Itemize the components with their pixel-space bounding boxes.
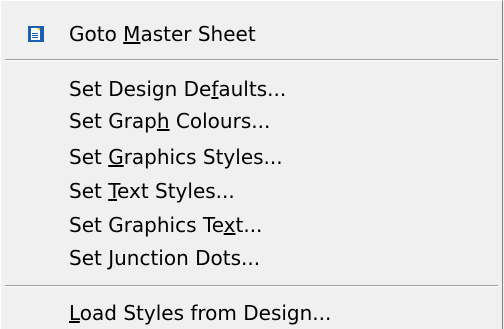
menu-item-set-graph-colours[interactable]: Set Graph Colours... xyxy=(1,105,502,137)
menu-item-set-graphics-styles[interactable]: Set Graphics Styles... xyxy=(1,141,502,173)
menu-item-goto-master-sheet[interactable]: Goto Master Sheet xyxy=(1,18,502,50)
menu-item-label: Set Junction Dots... xyxy=(69,246,261,270)
menu-item-label: Set Graphics Styles... xyxy=(69,145,283,169)
menu-item-label: Set Graph Colours... xyxy=(69,109,271,133)
context-menu: Goto Master Sheet Set Design Defaults...… xyxy=(0,0,503,329)
menu-item-set-text-styles[interactable]: Set Text Styles... xyxy=(1,175,502,207)
document-icon xyxy=(28,26,44,42)
menu-item-load-styles-from-design[interactable]: Load Styles from Design... xyxy=(1,297,502,329)
menu-item-set-graphics-text[interactable]: Set Graphics Text... xyxy=(1,209,502,241)
menu-item-label: Set Design Defaults... xyxy=(69,77,287,101)
menu-item-label: Load Styles from Design... xyxy=(69,301,332,325)
menu-item-label: Set Graphics Text... xyxy=(69,213,263,237)
menu-item-label: Goto Master Sheet xyxy=(69,22,256,46)
menu-separator xyxy=(5,59,498,61)
menu-separator xyxy=(5,285,498,287)
menu-item-set-junction-dots[interactable]: Set Junction Dots... xyxy=(1,242,502,274)
menu-item-label: Set Text Styles... xyxy=(69,179,235,203)
menu-item-set-design-defaults[interactable]: Set Design Defaults... xyxy=(1,73,502,105)
